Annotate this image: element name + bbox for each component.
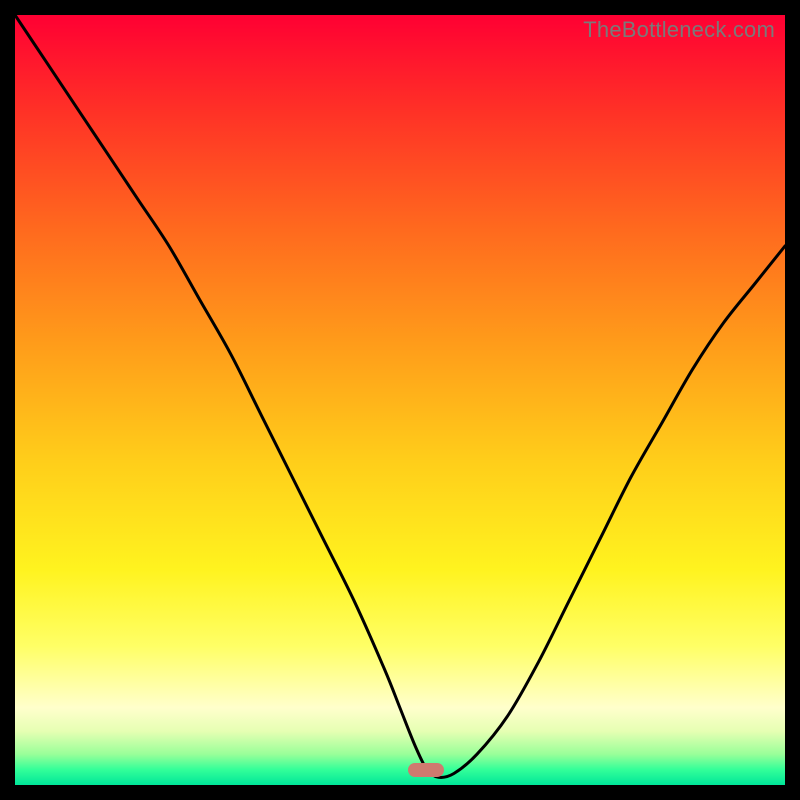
curve-path: [15, 15, 785, 778]
bottleneck-curve: [15, 15, 785, 785]
plot-area: TheBottleneck.com: [15, 15, 785, 785]
chart-frame: TheBottleneck.com: [0, 0, 800, 800]
optimum-marker: [408, 763, 444, 777]
